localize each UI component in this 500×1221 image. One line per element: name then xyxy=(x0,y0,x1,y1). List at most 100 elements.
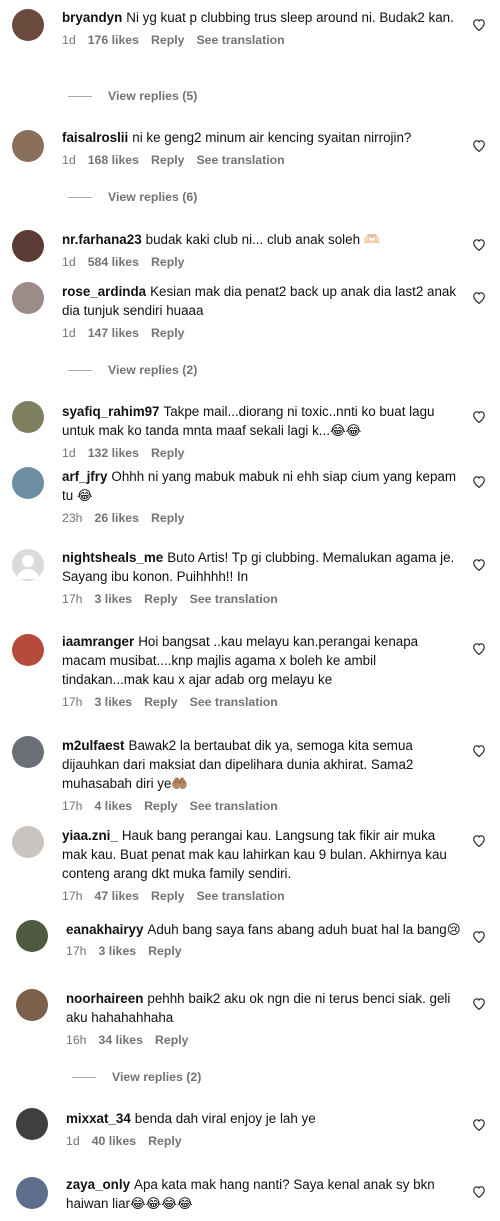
comment-username[interactable]: syafiq_rahim97 xyxy=(62,404,160,419)
comment-time: 23h xyxy=(62,511,83,525)
comment-text: benda dah viral enjoy je lah ye xyxy=(134,1111,316,1126)
default-avatar-icon xyxy=(16,555,40,579)
see-translation-button[interactable]: See translation xyxy=(196,33,284,47)
comment-likes[interactable]: 3 likes xyxy=(99,944,137,958)
reply-button[interactable]: Reply xyxy=(144,799,178,813)
replies-divider xyxy=(72,1077,96,1079)
comment-time: 1d xyxy=(66,1134,80,1148)
comment-time: 1d xyxy=(62,255,76,269)
like-heart-icon[interactable] xyxy=(472,139,486,152)
comment-text: Hauk bang perangai kau. Langsung tak fik… xyxy=(62,828,447,881)
see-translation-button[interactable]: See translation xyxy=(190,695,278,709)
reply-button[interactable]: Reply xyxy=(151,889,185,903)
avatar[interactable] xyxy=(12,467,44,499)
comment-username[interactable]: iaamranger xyxy=(62,634,134,649)
like-heart-icon[interactable] xyxy=(472,558,486,571)
comment-time: 1d xyxy=(62,446,76,460)
see-translation-button[interactable]: See translation xyxy=(196,153,284,167)
comment-likes[interactable]: 3 likes xyxy=(95,592,133,606)
comment-username[interactable]: zaya_only xyxy=(66,1177,130,1192)
avatar[interactable] xyxy=(16,1177,48,1209)
avatar[interactable] xyxy=(16,1108,48,1140)
avatar[interactable] xyxy=(12,826,44,858)
comment-time: 1d xyxy=(62,326,76,340)
like-heart-icon[interactable] xyxy=(472,238,486,251)
comment-username[interactable]: nightsheals_me xyxy=(62,550,163,565)
comment-likes[interactable]: 40 likes xyxy=(92,1134,136,1148)
comment-likes[interactable]: 176 likes xyxy=(88,33,139,47)
like-heart-icon[interactable] xyxy=(472,18,486,31)
like-heart-icon[interactable] xyxy=(472,642,486,655)
reply-button[interactable]: Reply xyxy=(151,326,185,340)
comment-username[interactable]: eanakhairyy xyxy=(66,922,143,937)
comment-username[interactable]: faisalroslii xyxy=(62,130,128,145)
view-replies-button[interactable]: View replies (5) xyxy=(68,89,197,103)
view-replies-button[interactable]: View replies (2) xyxy=(68,363,197,377)
comment-username[interactable]: bryandyn xyxy=(62,10,122,25)
avatar[interactable] xyxy=(12,736,44,768)
comment-username[interactable]: yiaa.zni_ xyxy=(62,828,118,843)
comment-time: 17h xyxy=(62,889,83,903)
comment-text: ni ke geng2 minum air kencing syaitan ni… xyxy=(132,130,412,145)
replies-divider xyxy=(68,197,92,199)
comment-username[interactable]: arf_jfry xyxy=(62,469,107,484)
avatar[interactable] xyxy=(12,282,44,314)
comment-username[interactable]: m2ulfaest xyxy=(62,738,125,753)
like-heart-icon[interactable] xyxy=(472,475,486,488)
avatar[interactable] xyxy=(16,920,48,952)
comment-username[interactable]: noorhaireen xyxy=(66,991,143,1006)
reply-button[interactable]: Reply xyxy=(151,511,185,525)
avatar[interactable] xyxy=(12,130,44,162)
reply-button[interactable]: Reply xyxy=(148,944,182,958)
comment-time: 17h xyxy=(62,695,83,709)
like-heart-icon[interactable] xyxy=(472,930,486,943)
like-heart-icon[interactable] xyxy=(472,410,486,423)
avatar[interactable] xyxy=(12,9,44,41)
comment-likes[interactable]: 26 likes xyxy=(95,511,139,525)
comment-text: budak kaki club ni... club anak soleh 🫶🏻 xyxy=(145,232,381,247)
comment-time: 17h xyxy=(66,944,87,958)
comment-likes[interactable]: 47 likes xyxy=(95,889,139,903)
like-heart-icon[interactable] xyxy=(472,834,486,847)
avatar[interactable] xyxy=(16,989,48,1021)
like-heart-icon[interactable] xyxy=(472,1118,486,1131)
like-heart-icon[interactable] xyxy=(472,291,486,304)
avatar[interactable] xyxy=(12,549,44,581)
like-heart-icon[interactable] xyxy=(472,744,486,757)
reply-button[interactable]: Reply xyxy=(151,255,185,269)
avatar[interactable] xyxy=(12,634,44,666)
comment-likes[interactable]: 4 likes xyxy=(95,799,133,813)
see-translation-button[interactable]: See translation xyxy=(190,592,278,606)
reply-button[interactable]: Reply xyxy=(155,1033,189,1047)
view-replies-button[interactable]: View replies (2) xyxy=(72,1070,201,1084)
comment-likes[interactable]: 168 likes xyxy=(88,153,139,167)
avatar[interactable] xyxy=(12,230,44,262)
reply-button[interactable]: Reply xyxy=(148,1134,182,1148)
view-replies-button[interactable]: View replies (6) xyxy=(68,190,197,204)
reply-button[interactable]: Reply xyxy=(151,446,185,460)
reply-button[interactable]: Reply xyxy=(144,695,178,709)
comment-text: Ni yg kuat p clubbing trus sleep around … xyxy=(126,10,454,25)
comment-username[interactable]: mixxat_34 xyxy=(66,1111,131,1126)
comment-likes[interactable]: 584 likes xyxy=(88,255,139,269)
comment-username[interactable]: nr.farhana23 xyxy=(62,232,142,247)
reply-button[interactable]: Reply xyxy=(151,33,185,47)
see-translation-button[interactable]: See translation xyxy=(190,799,278,813)
replies-divider xyxy=(68,370,92,372)
like-heart-icon[interactable] xyxy=(472,1185,486,1198)
comment-likes[interactable]: 3 likes xyxy=(95,695,133,709)
comment-time: 16h xyxy=(66,1033,87,1047)
reply-button[interactable]: Reply xyxy=(151,153,185,167)
reply-button[interactable]: Reply xyxy=(144,592,178,606)
comment-time: 1d xyxy=(62,33,76,47)
comment-text: Ohhh ni yang mabuk mabuk ni ehh siap ciu… xyxy=(62,469,457,503)
see-translation-button[interactable]: See translation xyxy=(196,889,284,903)
like-heart-icon[interactable] xyxy=(472,997,486,1010)
comment-username[interactable]: rose_ardinda xyxy=(62,284,146,299)
comment-text: Aduh bang saya fans abang aduh buat hal … xyxy=(147,922,461,937)
comment-time: 1d xyxy=(62,153,76,167)
comment-likes[interactable]: 147 likes xyxy=(88,326,139,340)
avatar[interactable] xyxy=(12,401,44,433)
comment-likes[interactable]: 132 likes xyxy=(88,446,139,460)
comment-likes[interactable]: 34 likes xyxy=(99,1033,143,1047)
